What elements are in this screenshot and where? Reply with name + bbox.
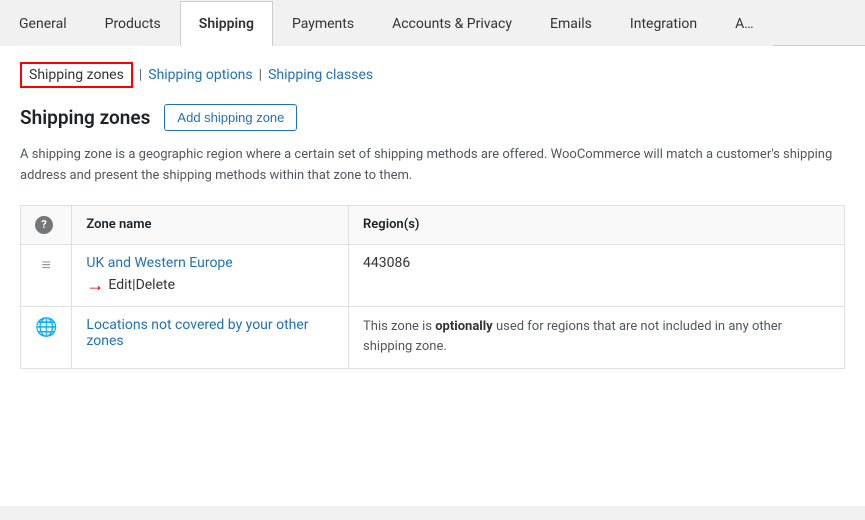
globe-icon: 🌐: [35, 317, 57, 338]
page-description: A shipping zone is a geographic region w…: [20, 145, 845, 187]
subnav-sep-2: |: [259, 67, 262, 83]
subnav-shipping-options[interactable]: Shipping options: [148, 67, 252, 83]
row-actions: → Edit | Delete: [86, 275, 334, 296]
add-shipping-zone-button[interactable]: Add shipping zone: [164, 104, 297, 131]
arrow-icon: →: [86, 275, 104, 296]
tab-emails[interactable]: Emails: [531, 1, 611, 46]
zone-name-cell: UK and Western Europe → Edit | Delete: [72, 244, 349, 306]
subnav-sep-1: |: [139, 67, 142, 83]
th-zone-name: Zone name: [72, 205, 349, 244]
tab-integration[interactable]: Integration: [611, 1, 716, 46]
tab-payments[interactable]: Payments: [273, 1, 373, 46]
tab-advanced[interactable]: A…: [716, 1, 773, 46]
drag-handle-cell: ≡: [21, 244, 72, 306]
page-title: Shipping zones: [20, 106, 150, 129]
zone-description-cell: This zone is optionally used for regions…: [349, 306, 845, 369]
th-regions: Region(s): [349, 205, 845, 244]
table-row: ≡ UK and Western Europe → Edit | Delete: [21, 244, 845, 306]
optionally-text: optionally: [435, 319, 493, 334]
zone-name-row: UK and Western Europe: [86, 255, 334, 271]
subnav: Shipping zones | Shipping options | Ship…: [20, 62, 845, 88]
zone-name-wrapper: UK and Western Europe → Edit | Delete: [86, 255, 334, 296]
subnav-shipping-zones[interactable]: Shipping zones: [20, 62, 133, 88]
subnav-shipping-classes[interactable]: Shipping classes: [268, 67, 373, 83]
table-header-row: ? Zone name Region(s): [21, 205, 845, 244]
zone-name-cell-2: Locations not covered by your other zone…: [72, 306, 349, 369]
shipping-zones-table: ? Zone name Region(s) ≡ UK and Western E…: [20, 205, 845, 370]
tabs-bar: General Products Shipping Payments Accou…: [0, 0, 865, 46]
zone-name-link-2[interactable]: Locations not covered by your other zone…: [86, 317, 308, 349]
edit-zone-link[interactable]: Edit: [108, 277, 132, 293]
tab-shipping[interactable]: Shipping: [180, 1, 273, 46]
zone-region-cell: 443086: [349, 244, 845, 306]
globe-icon-cell: 🌐: [21, 306, 72, 369]
page-heading-row: Shipping zones Add shipping zone: [20, 104, 845, 131]
th-icon: ?: [21, 205, 72, 244]
zone-name-link[interactable]: UK and Western Europe: [86, 255, 232, 271]
tab-accounts-privacy[interactable]: Accounts & Privacy: [373, 1, 531, 46]
tab-general[interactable]: General: [0, 1, 86, 46]
tab-products[interactable]: Products: [86, 1, 180, 46]
table-row: 🌐 Locations not covered by your other zo…: [21, 306, 845, 369]
content-area: Shipping zones | Shipping options | Ship…: [0, 46, 865, 506]
help-icon[interactable]: ?: [35, 216, 53, 234]
delete-zone-link[interactable]: Delete: [136, 277, 175, 293]
drag-icon[interactable]: ≡: [42, 255, 51, 274]
